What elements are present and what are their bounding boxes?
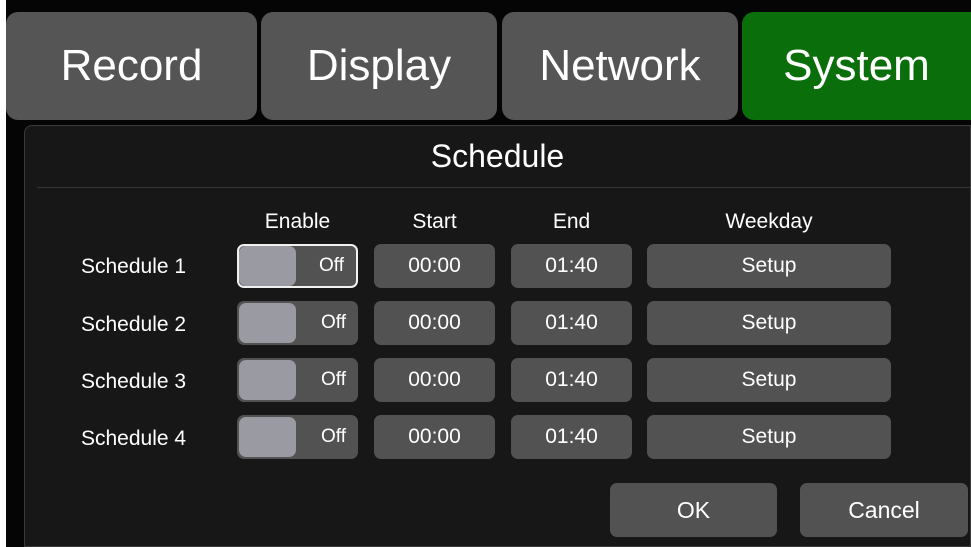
toggle-state: Off — [321, 312, 346, 333]
schedule-4-start-field[interactable]: 00:00 — [374, 415, 495, 459]
schedule-3-label: Schedule 3 — [81, 370, 187, 393]
column-header-end: End — [552, 210, 591, 233]
title-divider — [37, 187, 970, 188]
toggle-state: Off — [321, 426, 346, 447]
schedule-3-start-field[interactable]: 00:00 — [374, 358, 495, 402]
panel-title: Schedule — [430, 138, 565, 174]
schedule-3-enable-toggle[interactable]: Off — [237, 358, 358, 402]
schedule-2-label: Schedule 2 — [81, 313, 187, 336]
column-header-weekday: Weekday — [725, 210, 813, 233]
cancel-button[interactable]: Cancel — [800, 483, 968, 537]
schedule-2-end-field[interactable]: 01:40 — [511, 301, 632, 345]
toggle-state: Off — [321, 369, 346, 390]
schedule-1-weekday-setup-button[interactable]: Setup — [647, 244, 891, 288]
toggle-knob — [239, 360, 296, 400]
toggle-state: Off — [319, 255, 344, 276]
schedule-4-weekday-setup-button[interactable]: Setup — [647, 415, 891, 459]
tab-record[interactable]: Record — [6, 12, 257, 120]
schedule-3-weekday-setup-button[interactable]: Setup — [647, 358, 891, 402]
tab-display[interactable]: Display — [261, 12, 497, 120]
toggle-knob — [239, 303, 296, 343]
schedule-2-start-field[interactable]: 00:00 — [374, 301, 495, 345]
tab-network[interactable]: Network — [502, 12, 738, 120]
schedule-3-end-field[interactable]: 01:40 — [511, 358, 632, 402]
tab-system[interactable]: System — [742, 12, 971, 120]
schedule-1-end-field[interactable]: 01:40 — [511, 244, 632, 288]
schedule-1-label: Schedule 1 — [81, 255, 187, 278]
schedule-4-end-field[interactable]: 01:40 — [511, 415, 632, 459]
schedule-2-weekday-setup-button[interactable]: Setup — [647, 301, 891, 345]
column-header-start: Start — [412, 210, 457, 233]
schedule-panel: Schedule Enable Start End Weekday Schedu… — [24, 125, 971, 547]
dvr-settings-screen: Record Display Network System Schedule E… — [6, 0, 971, 547]
column-header-enable: Enable — [264, 210, 331, 233]
schedule-1-start-field[interactable]: 00:00 — [374, 244, 495, 288]
schedule-4-label: Schedule 4 — [81, 427, 187, 450]
schedule-4-enable-toggle[interactable]: Off — [237, 415, 358, 459]
toggle-knob — [239, 417, 296, 457]
toggle-knob — [239, 246, 296, 286]
ok-button[interactable]: OK — [610, 483, 777, 537]
schedule-2-enable-toggle[interactable]: Off — [237, 301, 358, 345]
schedule-1-enable-toggle[interactable]: Off — [237, 244, 358, 288]
